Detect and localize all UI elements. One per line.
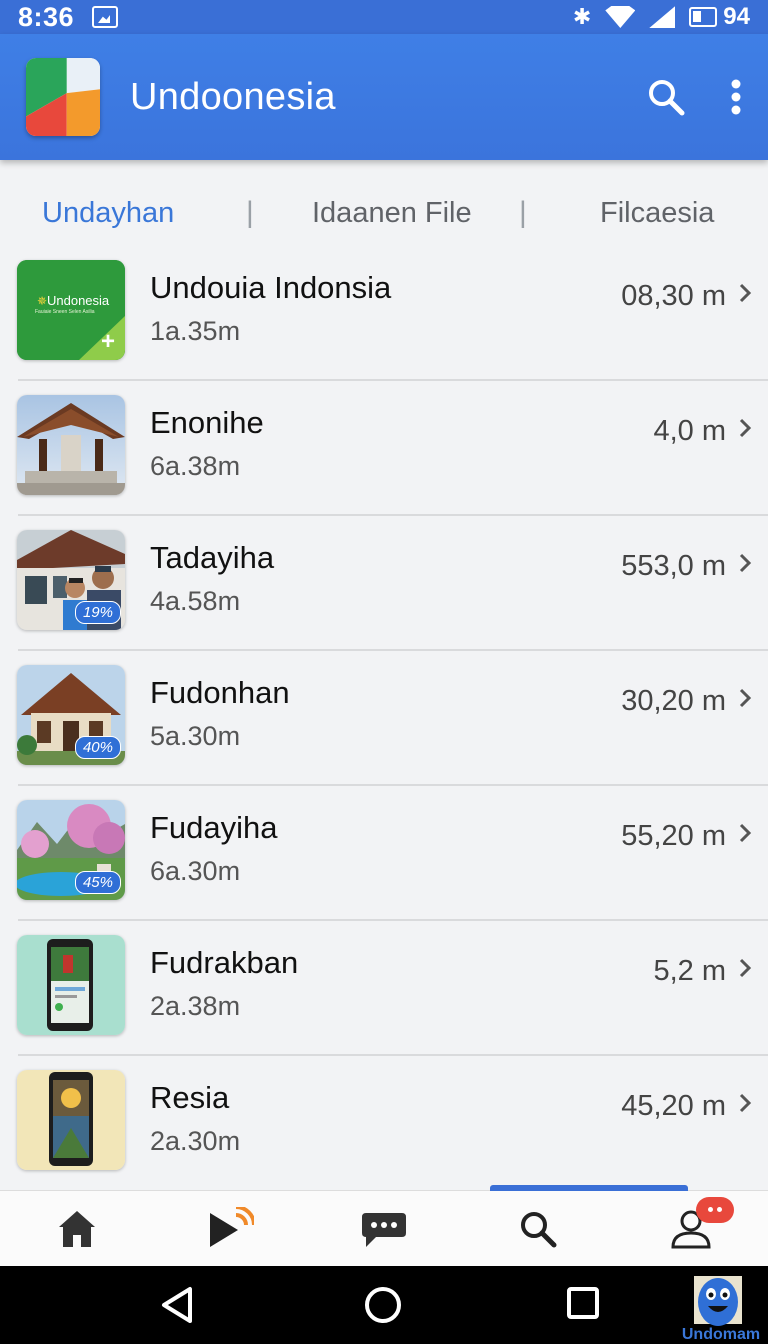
progress-badge: 19% [74,601,121,624]
item-subtitle: 6a.30m [150,856,241,886]
phone-yellow-thumbnail [17,1070,125,1170]
traditional-house-thumbnail: 40% [17,665,125,765]
list-item[interactable]: Resia 2a.30m 45,20 m [0,1056,768,1191]
place-list: ✵ Undonesia Fauiaie Sneen Selen Asilia +… [0,246,768,1191]
screen: 8:36 ✱ 94 Undoonesia Undayhan | Idaanen … [0,0,768,1344]
item-distance: 5,2 m [653,955,726,987]
active-indicator [490,1185,688,1191]
item-distance: 45,20 m [621,1090,726,1122]
item-name: Fudrakban [150,945,299,980]
list-item[interactable]: 45% Fudayiha 6a.30m 55,20 m [0,786,768,921]
tab-filcaesia[interactable]: Filcaesia [600,197,714,230]
battery-percent: 94 [723,3,750,30]
chevron-right-icon [739,1093,752,1113]
logo-text: Undonesia [47,293,110,308]
search-icon [520,1211,557,1247]
list-item[interactable]: 40% Fudonhan 5a.30m 30,20 m [0,651,768,786]
play-cast-icon [210,1206,255,1247]
list-item[interactable]: Enonihe 6a.38m 4,0 m [0,381,768,516]
battery-icon [689,7,718,27]
item-subtitle: 2a.30m [150,1126,241,1156]
app-logo-icon[interactable] [26,58,100,136]
item-name: Resia [150,1080,230,1115]
search-button[interactable] [646,77,686,117]
list-item[interactable]: Fudrakban 2a.38m 5,2 m [0,921,768,1056]
tab-idaanen-file[interactable]: Idaanen File [312,197,472,230]
item-subtitle: 2a.38m [150,991,241,1021]
app-title: Undoonesia [130,75,336,118]
tab-bar: Undayhan | Idaanen File | Filcaesia [0,178,768,248]
status-time: 8:36 [18,1,75,32]
item-name: Fudonhan [150,675,290,710]
item-subtitle: 1a.35m [150,316,241,346]
gallery-notification-icon [92,6,119,28]
chat-icon [361,1212,406,1247]
nav-profile[interactable] [656,1196,735,1259]
progress-badge: 45% [74,871,121,894]
people-house-thumbnail: 19% [17,530,125,630]
item-subtitle: 4a.58m [150,586,241,616]
app-bar: Undoonesia [0,34,768,160]
wifi-icon [605,6,636,28]
nav-search[interactable] [503,1199,573,1259]
home-icon [58,1210,95,1247]
phone-green-thumbnail [17,935,125,1035]
item-name: Undouia Indonsia [150,270,392,305]
recents-icon[interactable] [566,1286,600,1320]
temple-roof-image [17,395,125,495]
item-subtitle: 6a.38m [150,451,241,481]
logo-small-text: Fauiaie Sneen Selen Asilia [35,309,95,315]
tab-separator: | [519,196,527,229]
back-icon[interactable] [160,1286,194,1324]
item-distance: 553,0 m [621,550,726,582]
item-distance: 30,20 m [621,685,726,717]
nav-chat[interactable] [349,1199,419,1259]
mascot-label: Undomam [681,1326,761,1343]
item-name: Enonihe [150,405,264,440]
item-distance: 08,30 m [621,280,726,312]
nav-play[interactable] [195,1199,265,1259]
item-distance: 4,0 m [653,415,726,447]
item-distance: 55,20 m [621,820,726,852]
list-item[interactable]: 19% Tadayiha 4a.58m 553,0 m [0,516,768,651]
chevron-right-icon [739,688,752,708]
cell-signal-icon [649,6,676,28]
chevron-right-icon [739,553,752,573]
phone-green-image [17,935,125,1035]
bottom-navigation [0,1185,768,1266]
notification-badge [696,1196,735,1223]
item-subtitle: 5a.30m [150,721,241,751]
undonesia-logo-thumbnail: ✵ Undonesia Fauiaie Sneen Selen Asilia + [17,260,125,360]
item-name: Fudayiha [150,810,278,845]
progress-badge: 40% [74,736,121,759]
item-name: Tadayiha [150,540,275,575]
overflow-menu-button[interactable] [730,79,742,115]
more-vert-icon [731,79,741,115]
tab-separator: | [246,196,254,229]
chevron-right-icon [739,958,752,978]
system-navigation [0,1266,768,1344]
home-circle-icon[interactable] [364,1286,402,1324]
chevron-right-icon [739,283,752,303]
svg-text:✵: ✵ [37,294,47,308]
plus-icon: + [100,328,115,355]
search-icon [649,80,685,116]
phone-yellow-image [17,1070,125,1170]
list-item[interactable]: ✵ Undonesia Fauiaie Sneen Selen Asilia +… [0,246,768,381]
bluetooth-icon: ✱ [572,4,592,29]
temple-roof-thumbnail [17,395,125,495]
chevron-right-icon [739,418,752,438]
nav-home[interactable] [42,1199,112,1259]
chevron-right-icon [739,823,752,843]
tab-undayhan[interactable]: Undayhan [42,197,174,230]
status-bar: 8:36 ✱ 94 [0,0,768,34]
garden-pool-thumbnail: 45% [17,800,125,900]
status-icons: ✱ 94 [573,3,750,31]
